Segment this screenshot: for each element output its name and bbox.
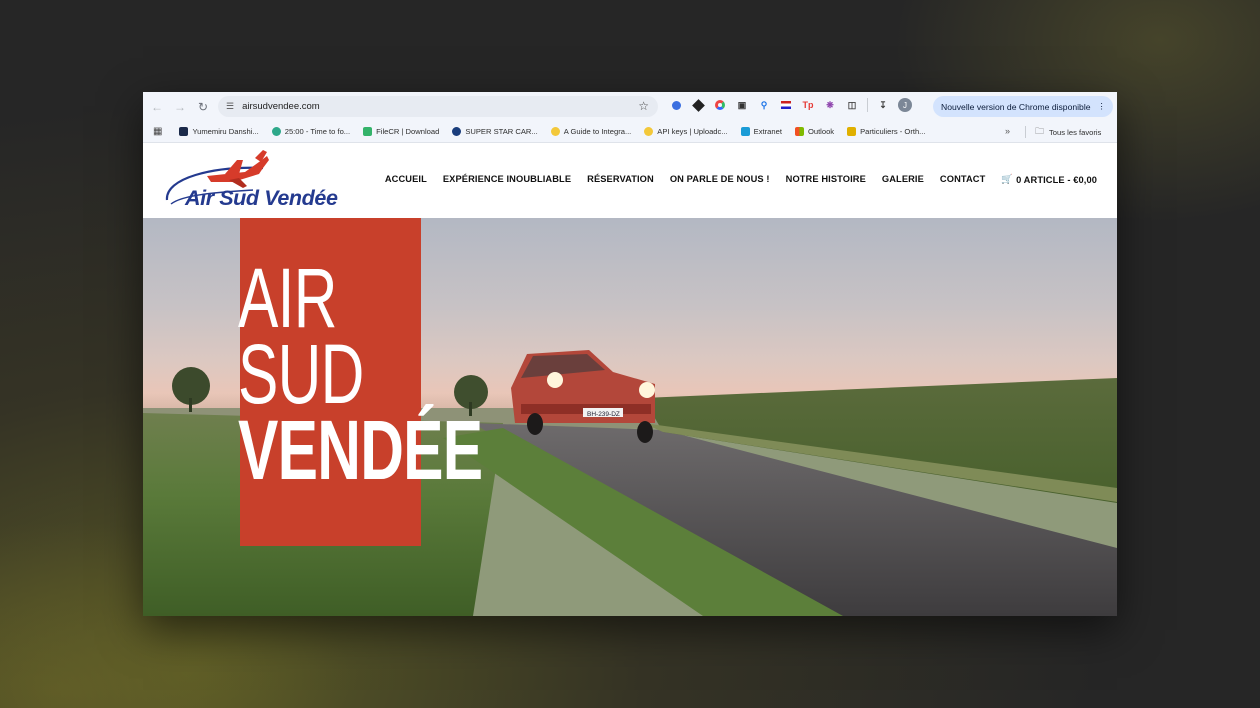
browser-toolbar: ← → ↻ ☰ airsudvendee.com ☆ ▣ ⚲ Tp ❋ ◫ ↧ … bbox=[143, 92, 1117, 121]
extensions-puzzle-icon[interactable]: ◫ bbox=[845, 98, 859, 112]
all-bookmarks-label: Tous les favoris bbox=[1049, 127, 1102, 137]
kebab-menu-icon[interactable]: ⋮ bbox=[1097, 101, 1106, 112]
bookmark-item[interactable]: FileCR | Download bbox=[363, 127, 439, 136]
bookmark-favicon-icon bbox=[740, 127, 750, 136]
extensions-bar: ▣ ⚲ Tp ❋ ◫ ↧ J bbox=[669, 98, 912, 112]
bookmark-label: SUPER STAR CAR... bbox=[465, 127, 538, 136]
bookmark-item[interactable]: SUPER STAR CAR... bbox=[452, 127, 538, 136]
folder-icon: 🗀 bbox=[1035, 126, 1045, 136]
profile-avatar[interactable]: J bbox=[898, 98, 912, 112]
bookmark-favicon-icon bbox=[794, 127, 804, 136]
forward-arrow-icon[interactable]: → bbox=[171, 98, 189, 116]
bookmark-item[interactable]: Particuliers - Orth... bbox=[847, 127, 926, 136]
bookmark-label: FileCR | Download bbox=[376, 127, 440, 136]
bookmark-favicon-icon bbox=[271, 127, 281, 136]
extension-search-icon[interactable]: ⚲ bbox=[757, 98, 771, 112]
hero-title-line-1: AIR bbox=[238, 251, 337, 345]
bookmark-label: Extranet bbox=[753, 127, 782, 136]
logo-text: Air Sud Vendée bbox=[185, 186, 338, 210]
bookmark-label: A Guide to Integra... bbox=[563, 127, 632, 136]
bookmark-favicon-icon bbox=[452, 127, 462, 136]
bookmark-item[interactable]: Extranet bbox=[740, 127, 782, 136]
nav-item-accueil[interactable]: ACCUEIL bbox=[385, 174, 427, 185]
url-text: airsudvendee.com bbox=[242, 101, 320, 112]
download-icon[interactable]: ↧ bbox=[876, 98, 890, 112]
nav-item-galerie[interactable]: GALERIE bbox=[882, 174, 924, 185]
nav-item-contact[interactable]: CONTACT bbox=[940, 174, 985, 185]
extension-flag-icon[interactable] bbox=[779, 98, 793, 112]
bookmark-favicon-icon bbox=[550, 127, 560, 136]
address-bar[interactable]: ☰ airsudvendee.com ☆ bbox=[218, 96, 658, 117]
hero-title: AIR SUD VENDÉE bbox=[238, 251, 483, 497]
license-plate: BH-239-DZ bbox=[587, 411, 620, 418]
bookmark-label: Yumemiru Danshi... bbox=[192, 127, 259, 136]
bookmark-star-icon[interactable]: ☆ bbox=[638, 99, 649, 113]
bookmark-item[interactable]: API keys | Uploadc... bbox=[644, 127, 728, 136]
cart-link[interactable]: 🛒 0 ARTICLE - €0,00 bbox=[1001, 174, 1097, 185]
site-settings-icon[interactable]: ☰ bbox=[226, 101, 234, 112]
nav-item-on-parle-de-nous[interactable]: ON PARLE DE NOUS ! bbox=[670, 174, 770, 185]
site-logo[interactable]: Air Sud Vendée bbox=[163, 148, 338, 214]
bookmark-favicon-icon bbox=[847, 127, 857, 136]
site-header: Air Sud Vendée ACCUEIL EXPÉRIENCE INOUBL… bbox=[143, 144, 1117, 218]
chrome-update-button[interactable]: Nouvelle version de Chrome disponible ⋮ bbox=[933, 96, 1113, 117]
hero-title-line-2: SUD bbox=[238, 327, 364, 421]
update-label: Nouvelle version de Chrome disponible bbox=[941, 101, 1091, 112]
main-navigation: ACCUEIL EXPÉRIENCE INOUBLIABLE RÉSERVATI… bbox=[385, 174, 1097, 185]
nav-item-experience[interactable]: EXPÉRIENCE INOUBLIABLE bbox=[443, 174, 571, 185]
apps-grid-icon[interactable]: ▦ bbox=[153, 126, 162, 137]
bookmark-item[interactable]: 25:00 - Time to fo... bbox=[271, 127, 351, 136]
nav-item-notre-histoire[interactable]: NOTRE HISTOIRE bbox=[786, 174, 866, 185]
bookmarks-divider bbox=[1025, 126, 1026, 138]
back-arrow-icon[interactable]: ← bbox=[148, 98, 166, 116]
bookmark-item[interactable]: Outlook bbox=[794, 127, 835, 136]
extension-gear-icon[interactable]: ❋ bbox=[823, 98, 837, 112]
bookmark-label: Particuliers - Orth... bbox=[860, 127, 926, 136]
bookmarks-bar: ▦ Yumemiru Danshi... 25:00 - Time to fo.… bbox=[143, 121, 1117, 143]
extension-color-ring-icon[interactable] bbox=[713, 98, 727, 112]
bookmark-label: Outlook bbox=[807, 127, 835, 136]
bookmark-item[interactable]: A Guide to Integra... bbox=[550, 127, 632, 136]
hero-title-line-3: VENDÉE bbox=[238, 403, 483, 497]
cart-label: 0 ARTICLE - €0,00 bbox=[1016, 174, 1097, 185]
bookmark-label: API keys | Uploadc... bbox=[657, 127, 728, 136]
hero-banner: BH-239-DZ AIR SUD VENDÉE bbox=[143, 218, 1117, 616]
toolbar-divider bbox=[867, 98, 868, 112]
browser-window: ← → ↻ ☰ airsudvendee.com ☆ ▣ ⚲ Tp ❋ ◫ ↧ … bbox=[143, 92, 1117, 616]
bookmark-label: 25:00 - Time to fo... bbox=[284, 127, 351, 136]
extension-image-icon[interactable]: ▣ bbox=[735, 98, 749, 112]
shopping-cart-icon: 🛒 bbox=[1001, 174, 1014, 184]
nav-item-reservation[interactable]: RÉSERVATION bbox=[587, 174, 654, 185]
bookmark-item[interactable]: Yumemiru Danshi... bbox=[179, 127, 259, 136]
extension-tp-icon[interactable]: Tp bbox=[801, 98, 815, 112]
extension-cube-icon[interactable] bbox=[691, 98, 705, 112]
all-bookmarks-button[interactable]: 🗀 Tous les favoris bbox=[1035, 121, 1101, 143]
more-bookmarks-chevron-icon[interactable]: » bbox=[1005, 126, 1010, 136]
bookmark-favicon-icon bbox=[644, 127, 654, 136]
extension-blue-dot-icon[interactable] bbox=[669, 98, 683, 112]
reload-icon[interactable]: ↻ bbox=[194, 98, 212, 116]
bookmark-favicon-icon bbox=[179, 127, 189, 136]
bookmark-favicon-icon bbox=[363, 127, 373, 136]
